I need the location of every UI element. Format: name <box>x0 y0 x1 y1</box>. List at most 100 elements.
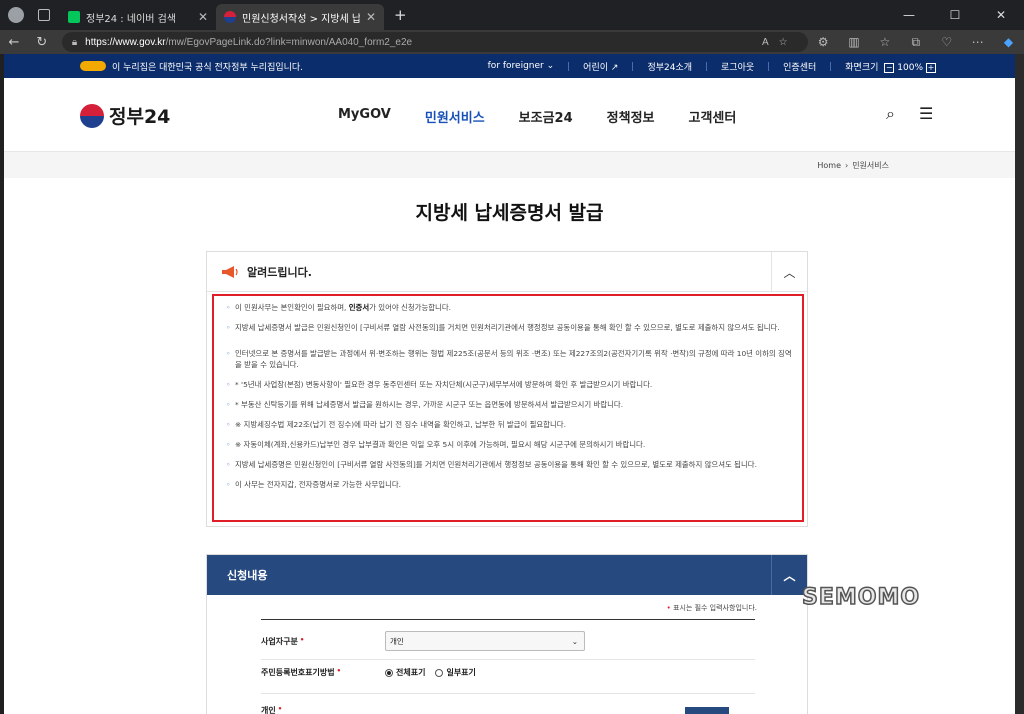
radio-full-display[interactable]: 전체표기 <box>385 667 425 678</box>
notice-item: ※ 자동이체(계좌,신용카드)납부인 경우 납부결과 확인은 익일 오후 5시 … <box>226 439 802 450</box>
application-title: 신청내용 <box>227 569 268 582</box>
notice-item: 지방세 납세증명은 민원신청인이 [구비서류 열람 사전동의]를 거치면 민원처… <box>226 459 802 470</box>
favorites-icon[interactable]: ☆ <box>869 35 900 49</box>
breadcrumb-home[interactable]: Home <box>817 161 841 170</box>
chevron-right-icon: › <box>844 160 849 170</box>
workspaces-icon[interactable] <box>38 9 50 21</box>
breadcrumb-current[interactable]: 민원서비스 <box>852 160 889 171</box>
biz-type-label: 사업자구분 • <box>261 635 305 646</box>
breadcrumb: Home › 민원서비스 <box>4 152 1015 178</box>
address-toolbar: ← ↻ 🔒︎ https://www.gov.kr /mw/EgovPageLi… <box>0 30 1024 54</box>
row-divider <box>261 693 755 694</box>
extensions-icon[interactable]: ⚙ <box>808 35 839 49</box>
collapse-notice-button[interactable]: ︿ <box>771 252 807 292</box>
back-icon[interactable]: ← <box>0 35 28 50</box>
link-for-foreigner[interactable]: for foreigner ⌄ <box>488 61 555 71</box>
copilot-icon[interactable]: ◆ <box>993 35 1024 49</box>
tab-minwon-form[interactable]: 민원신청서작성 > 지방세 납세증 ✕ <box>216 4 384 30</box>
page-scrollbar[interactable] <box>1015 54 1024 714</box>
notice-item: 이 사무는 전자지갑, 전자증명서로 가능한 사무입니다. <box>226 479 802 490</box>
web-page: 이 누리집은 대한민국 공식 전자정부 누리집입니다. for foreigne… <box>4 54 1015 714</box>
link-cert-center[interactable]: 인증센터 <box>783 60 816 73</box>
page-title: 지방세 납세증명서 발급 <box>415 202 604 224</box>
read-aloud-favorite-icons[interactable]: A☆ <box>762 37 808 48</box>
nav-subsidy[interactable]: 보조금24 <box>519 107 573 126</box>
close-window-icon[interactable]: ✕ <box>978 0 1024 30</box>
external-link-icon: ↗ <box>610 62 619 73</box>
menu-icon[interactable]: ☰ <box>919 104 933 123</box>
naver-favicon-icon <box>68 11 80 23</box>
official-notice[interactable]: 이 누리집은 대한민국 공식 전자정부 누리집입니다. <box>112 60 303 73</box>
gov-favicon-icon <box>224 11 236 23</box>
main-nav: MyGOV 민원서비스 보조금24 정책정보 고객센터 <box>338 107 770 126</box>
watermark-text: SEMOMO <box>801 584 921 611</box>
collections-icon[interactable]: ⧉ <box>900 35 931 50</box>
link-logout[interactable]: 로그아웃 <box>721 60 754 73</box>
radio-unchecked-icon <box>435 668 444 677</box>
notice-item: 지방세 납세증명서 발급은 민원신청인이 [구비서류 열람 사전동의]를 거치면… <box>226 322 802 333</box>
search-icon[interactable]: ⌕ <box>886 104 895 124</box>
notice-item: ※ 지방세징수법 제22조(납기 전 징수)에 따라 납기 전 징수 내역을 확… <box>226 419 802 430</box>
notice-title: 알려드립니다. <box>247 265 312 279</box>
chevron-down-icon: ⌄ <box>571 636 578 646</box>
new-tab-icon[interactable]: + <box>394 6 407 24</box>
window-controls: — ☐ ✕ <box>886 0 1024 30</box>
zoom-label: 화면크기 <box>845 62 879 73</box>
radio-checked-icon <box>385 668 393 677</box>
more-icon[interactable]: ⋯ <box>962 35 993 49</box>
notice-item: 인터넷으로 본 증명서를 발급받는 과정에서 위·변조하는 행위는 형법 제22… <box>226 348 802 370</box>
browser-tab-bar: 정부24 : 네이버 검색 ✕ 민원신청서작성 > 지방세 납세증 ✕ + — … <box>0 0 1024 30</box>
notice-item: 이 민원사무는 본인확인이 필요하며, 인증서가 있어야 신청가능합니다. <box>226 302 802 313</box>
reload-icon[interactable]: ↻ <box>28 35 56 50</box>
zoom-out-button[interactable]: − <box>884 62 895 73</box>
gov-official-bar: 이 누리집은 대한민국 공식 전자정부 누리집입니다. for foreigne… <box>4 54 1015 78</box>
link-kids[interactable]: 어린이 ↗ <box>583 60 618 73</box>
biz-type-row: 사업자구분 • 개인 ⌄ <box>261 631 755 651</box>
nav-minwon[interactable]: 민원서비스 <box>425 107 485 126</box>
application-header: 신청내용 ︿ <box>207 555 807 595</box>
nav-mygov[interactable]: MyGOV <box>338 107 391 126</box>
logo-text: 정부24 <box>109 106 171 128</box>
zoom-control: 화면크기 −100% + <box>845 60 939 73</box>
split-screen-icon[interactable]: ▥ <box>839 35 870 49</box>
zoom-in-button[interactable]: + <box>926 62 936 73</box>
maximize-icon[interactable]: ☐ <box>932 0 978 30</box>
close-tab-icon[interactable]: ✕ <box>198 10 208 24</box>
link-about[interactable]: 정부24소개 <box>647 60 692 73</box>
url-host: https://www.gov.kr <box>85 36 166 48</box>
rrn-display-row: 주민등록번호표기방법 • 전체표기 일부표기 <box>261 667 755 678</box>
gov-emblem-icon <box>80 61 106 71</box>
site-logo[interactable]: 정부24 <box>80 102 170 129</box>
radio-partial-display[interactable]: 일부표기 <box>435 667 476 678</box>
notice-item: * 부동산 신탁등기를 위해 납세증명서 발급을 원하시는 경우, 가까운 시군… <box>226 399 802 410</box>
tab-naver-search[interactable]: 정부24 : 네이버 검색 ✕ <box>60 4 216 30</box>
biz-type-value: 개인 <box>390 636 404 646</box>
chevron-down-icon: ⌄ <box>546 61 555 71</box>
url-field[interactable]: 🔒︎ https://www.gov.kr /mw/EgovPageLink.d… <box>61 32 808 52</box>
url-path: /mw/EgovPageLink.do?link=minwon/AA040_fo… <box>165 36 413 48</box>
taegeuk-icon <box>80 103 104 128</box>
zoom-value: 100% <box>897 62 923 73</box>
close-tab-icon[interactable]: ✕ <box>366 10 376 24</box>
performance-icon[interactable]: ♡ <box>931 35 962 49</box>
nav-policy[interactable]: 정책정보 <box>607 107 655 126</box>
rrn-display-label: 주민등록번호표기방법 • <box>261 667 342 677</box>
megaphone-icon <box>222 265 238 278</box>
lock-icon[interactable]: 🔒︎ <box>72 37 77 48</box>
personal-label: 개인 • <box>261 705 283 714</box>
application-panel: 신청내용 ︿ • 표시는 필수 입력사항입니다. 사업자구분 • 개인 ⌄ 주민등… <box>206 554 808 714</box>
tab-label: 민원신청서작성 > 지방세 납세증 <box>242 13 360 25</box>
minimize-icon[interactable]: — <box>886 0 932 30</box>
profile-avatar[interactable] <box>8 7 24 23</box>
tab-label: 정부24 : 네이버 검색 <box>86 13 177 25</box>
nav-support[interactable]: 고객센터 <box>689 107 737 126</box>
search-address-button[interactable] <box>685 707 729 714</box>
row-divider <box>261 659 755 660</box>
notice-list: 이 민원사무는 본인확인이 필요하며, 인증서가 있어야 신청가능합니다. 지방… <box>212 294 804 522</box>
required-note: • 표시는 필수 입력사항입니다. <box>666 604 757 612</box>
personal-row: 개인 • <box>261 705 755 714</box>
notice-header: 알려드립니다. ︿ <box>207 252 807 292</box>
biz-type-select[interactable]: 개인 ⌄ <box>385 631 585 651</box>
site-header: 정부24 MyGOV 민원서비스 보조금24 정책정보 고객센터 ⌕ ☰ <box>4 78 1015 152</box>
notice-item: * '5년내 사업장(본점) 변동사항이' 필요한 경우 동주민센터 또는 자치… <box>226 379 802 390</box>
